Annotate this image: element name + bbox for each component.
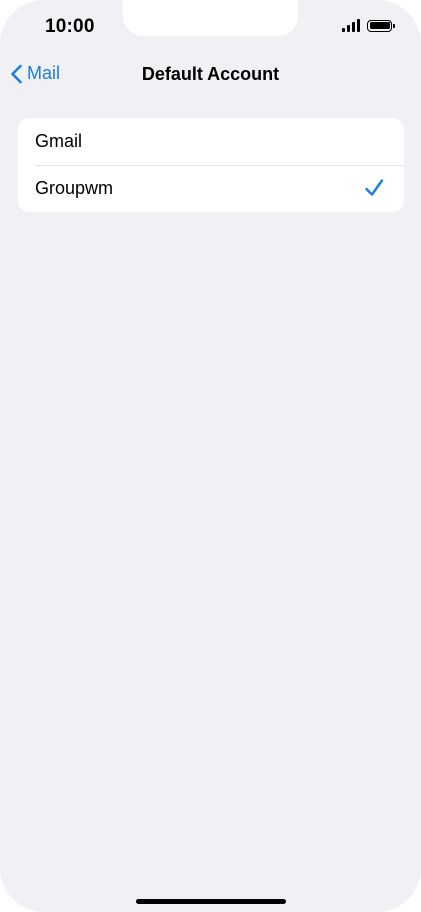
navigation-bar: Mail Default Account [0,56,421,94]
checkmark-icon [365,179,384,196]
battery-full-icon [367,19,395,32]
page-title: Default Account [141,64,280,84]
list-item-label: Groupwm [35,178,114,198]
list-item-label: Gmail [35,131,83,151]
account-list: Gmail Groupwm [18,118,404,212]
list-item-gmail[interactable]: Gmail [18,118,404,165]
home-indicator[interactable] [136,899,286,904]
list-item-groupwm[interactable]: Groupwm [18,165,404,212]
signal-bars-icon [342,19,360,32]
phone-screen: 10:00 Mail Default Account Gmail Groupwm [0,0,421,912]
status-icons [342,19,395,32]
status-time: 10:00 [45,16,95,37]
notch [123,0,298,36]
battery-level [369,22,390,29]
